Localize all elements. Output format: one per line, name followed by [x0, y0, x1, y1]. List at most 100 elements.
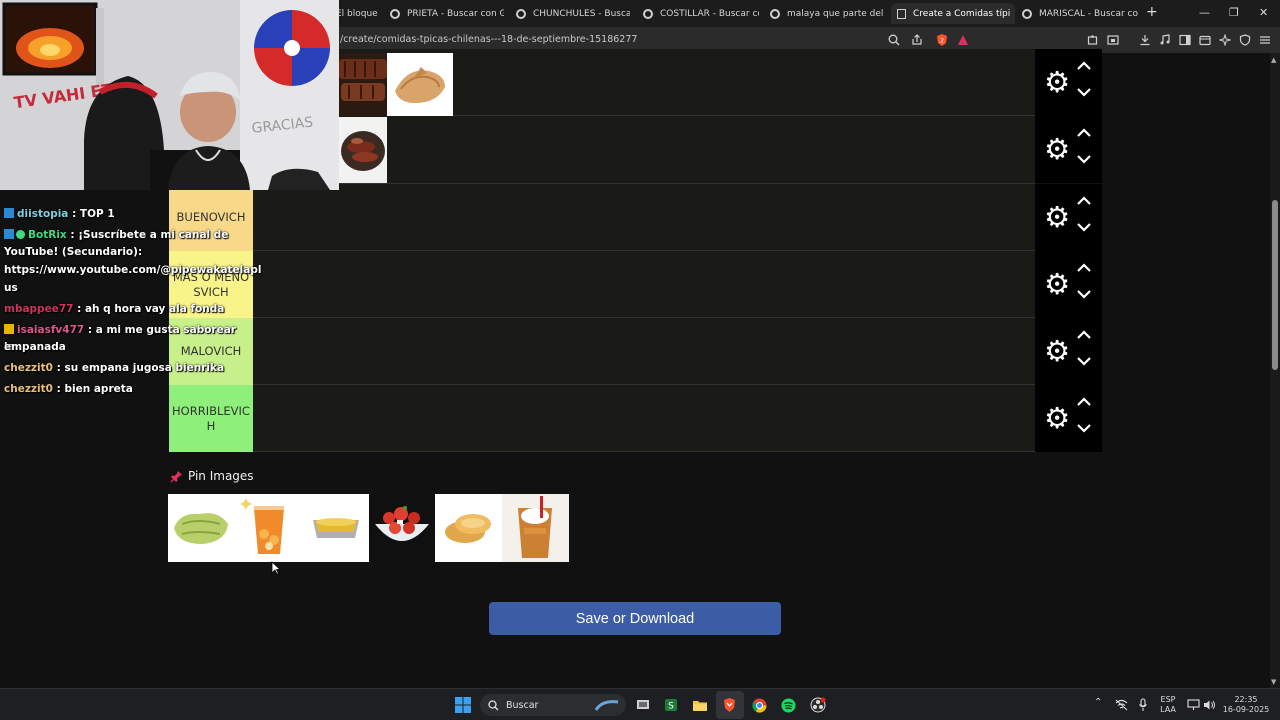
chat-text: empanada [4, 341, 66, 353]
tier-controls-6: ⚙ [1035, 385, 1102, 452]
taskbar-search[interactable]: Buscar [480, 694, 626, 716]
zoom-icon[interactable] [888, 34, 900, 46]
gear-icon[interactable]: ⚙ [1041, 268, 1073, 300]
task-view-icon[interactable] [636, 698, 650, 712]
url-field[interactable]: /create/comidas-tpicas-chilenas---18-de-… [340, 34, 637, 45]
chevron-down-icon[interactable] [1075, 287, 1093, 301]
vpn-icon[interactable] [1239, 34, 1251, 46]
share-icon[interactable] [911, 34, 923, 46]
terremoto-drink-image[interactable] [502, 494, 569, 562]
brave-rewards-icon[interactable] [957, 34, 969, 46]
chevron-up-icon[interactable] [1075, 261, 1093, 275]
download-icon[interactable] [1139, 34, 1151, 46]
minimize-icon[interactable]: — [1199, 6, 1210, 19]
language-indicator[interactable]: ESP LAA [1158, 695, 1178, 715]
chevron-up-icon[interactable] [1075, 395, 1093, 409]
mouse-cursor-icon [271, 561, 281, 575]
clock-date: 16-09-2025 [1222, 705, 1270, 714]
scrollbar-thumb[interactable] [1272, 200, 1278, 370]
menu-icon[interactable] [1259, 34, 1271, 46]
sopaipillas-image[interactable] [435, 494, 502, 562]
chevron-up-icon[interactable] [1075, 328, 1093, 342]
chevron-up-icon[interactable] [1075, 194, 1093, 208]
media-icon[interactable] [1107, 34, 1119, 46]
scroll-up-arrow-icon[interactable]: ▲ [1271, 56, 1276, 64]
gear-icon[interactable]: ⚙ [1041, 133, 1073, 165]
chat-username: chezzit0 [4, 362, 53, 374]
restore-icon[interactable]: ❐ [1229, 6, 1239, 19]
chevron-up-icon[interactable] [1075, 59, 1093, 73]
tab-malaya[interactable]: malaya que parte del cerd [764, 3, 886, 24]
close-window-icon[interactable]: ✕ [1259, 6, 1268, 19]
chrome-icon[interactable] [752, 698, 767, 713]
brave-browser-icon[interactable] [722, 697, 737, 713]
microphone-icon[interactable] [1138, 698, 1148, 712]
badge-icon [4, 208, 14, 218]
chevron-down-icon[interactable] [1075, 354, 1093, 368]
tab-create-comidas[interactable]: Create a Comidas típi✕ [891, 3, 1015, 24]
tier-row-horriblevich[interactable]: HORRIBLEVICH [169, 385, 1035, 452]
tier-row-mas-o-menosvich[interactable]: MÁS O MENOSVICH [169, 251, 1035, 318]
tab-label: PRIETA - Buscar con Goog [407, 8, 504, 19]
sidebar-icon[interactable] [1179, 34, 1191, 46]
chilean-salad-image[interactable] [369, 494, 435, 562]
ribs-image[interactable] [339, 53, 387, 116]
wallet-icon[interactable] [1199, 34, 1211, 46]
chat-message: chezzit0 : bien apreta [4, 381, 133, 398]
chevron-down-icon[interactable] [1075, 220, 1093, 234]
mote-con-huesillo-image[interactable] [236, 494, 303, 562]
windows-start-icon[interactable] [455, 697, 471, 713]
spotify-icon[interactable] [781, 698, 796, 713]
tab-prieta[interactable]: PRIETA - Buscar con Goog [384, 3, 504, 24]
tier-controls-4: ⚙ [1035, 251, 1102, 318]
gear-icon[interactable]: ⚙ [1041, 402, 1073, 434]
file-explorer-icon[interactable] [692, 698, 708, 712]
language-code: ESP [1160, 695, 1176, 704]
tab-chunchules[interactable]: CHUNCHULES - Buscar co [510, 3, 630, 24]
music-icon[interactable] [1159, 34, 1171, 46]
tab-costillar[interactable]: COSTILLAR - Buscar con G [637, 3, 759, 24]
chat-username: isaiasfv477 [17, 324, 85, 336]
clock-time: 22:35 [1234, 695, 1258, 704]
humita-image[interactable] [168, 494, 236, 562]
tier-controls-2: ⚙ [1035, 116, 1102, 183]
tab-mariscal[interactable]: MARISCAL - Buscar con G [1016, 3, 1138, 24]
tier-row-malovich[interactable]: MALOVICH [169, 318, 1035, 385]
gear-icon[interactable]: ⚙ [1041, 335, 1073, 367]
volume-icon[interactable] [1203, 699, 1216, 711]
gear-icon[interactable]: ⚙ [1041, 66, 1073, 98]
extensions-icon[interactable] [1087, 34, 1099, 46]
chat-text: us [4, 282, 18, 294]
scroll-down-arrow-icon[interactable]: ▼ [1271, 678, 1276, 686]
tier-row-buenovich[interactable]: BUENOVICH [169, 184, 1035, 251]
tab-label: malaya que parte del cerd [787, 8, 886, 19]
clock[interactable]: 22:35 16-09-2025 [1222, 695, 1270, 715]
brave-shield-icon[interactable]: 2 [935, 33, 949, 47]
keyboard-layout: LAA [1160, 705, 1176, 714]
chevron-down-icon[interactable] [1075, 152, 1093, 166]
tier-controls-3: ⚙ [1035, 184, 1102, 251]
new-tab-button[interactable]: + [1146, 4, 1158, 20]
chat-text: YouTube! (Secundario): [4, 246, 143, 258]
network-off-icon[interactable] [1115, 699, 1128, 711]
pastel-de-choclo-image[interactable] [303, 494, 369, 562]
sausage-plate-image[interactable] [339, 117, 387, 183]
google-icon [390, 8, 400, 19]
tray-overflow-icon[interactable]: ⌃ [1094, 698, 1102, 708]
sopaipilla-image[interactable] [387, 53, 453, 116]
chevron-up-icon[interactable] [1075, 126, 1093, 140]
display-icon[interactable] [1187, 699, 1200, 711]
chevron-down-icon[interactable] [1075, 85, 1093, 99]
google-icon [516, 8, 526, 19]
chevron-down-icon[interactable] [1075, 421, 1093, 435]
leo-ai-icon[interactable] [1219, 34, 1231, 46]
chat-message: BotRix : ¡Suscríbete a mi canal de [4, 227, 228, 244]
app-green-icon[interactable]: S [664, 698, 678, 712]
page-scrollbar[interactable] [1270, 53, 1280, 688]
obs-icon[interactable] [810, 697, 826, 713]
svg-text:S: S [668, 702, 674, 712]
chat-message: mbappee77 : ah q hora vay ala fonda [4, 301, 224, 318]
save-or-download-button[interactable]: Save or Download [489, 602, 781, 635]
gear-icon[interactable]: ⚙ [1041, 201, 1073, 233]
pin-images-title: Pin Images [188, 469, 254, 483]
